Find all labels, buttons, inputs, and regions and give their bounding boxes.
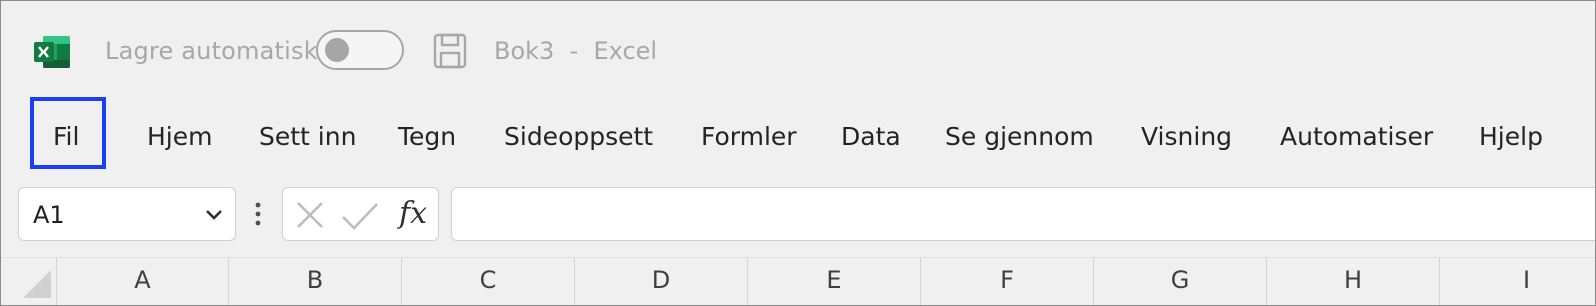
more-options-icon[interactable]: [251, 200, 265, 230]
document-title: Bok3 - Excel: [494, 37, 658, 65]
formula-buttons: fx: [282, 187, 439, 241]
tab-sett-inn[interactable]: Sett inn: [259, 122, 356, 151]
select-all-corner[interactable]: [19, 262, 53, 300]
autosave-label: Lagre automatisk: [105, 37, 318, 65]
column-header-d[interactable]: D: [575, 258, 748, 305]
formula-input[interactable]: [451, 187, 1595, 241]
tab-tegn[interactable]: Tegn: [398, 122, 456, 151]
excel-logo-icon: [34, 36, 70, 68]
column-header-e[interactable]: E: [748, 258, 921, 305]
column-header-b[interactable]: B: [229, 258, 402, 305]
column-header-h[interactable]: H: [1267, 258, 1440, 305]
insert-function-button[interactable]: fx: [399, 196, 427, 231]
autosave-toggle[interactable]: [316, 30, 404, 70]
excel-window: Lagre automatisk Bok3 - Excel Fil Hjem S…: [0, 0, 1596, 306]
column-header-i[interactable]: I: [1440, 258, 1595, 305]
column-header-f[interactable]: F: [921, 258, 1094, 305]
name-box-value: A1: [33, 201, 65, 229]
tab-hjem[interactable]: Hjem: [147, 122, 212, 151]
save-icon[interactable]: [433, 33, 467, 69]
ribbon-tabs: Fil Hjem Sett inn Tegn Sideoppsett Forml…: [1, 97, 1595, 169]
column-header-a[interactable]: A: [56, 258, 229, 305]
tab-data[interactable]: Data: [841, 122, 901, 151]
cancel-icon[interactable]: [295, 200, 325, 230]
column-header-g[interactable]: G: [1094, 258, 1267, 305]
tab-fil[interactable]: Fil: [53, 122, 79, 151]
column-headers: A B C D E F G H I: [1, 257, 1595, 305]
tab-hjelp[interactable]: Hjelp: [1479, 122, 1543, 151]
tab-visning[interactable]: Visning: [1141, 122, 1232, 151]
chevron-down-icon[interactable]: [205, 208, 223, 222]
tab-sideoppsett[interactable]: Sideoppsett: [504, 122, 653, 151]
enter-check-icon[interactable]: [341, 201, 379, 231]
tab-automatiser[interactable]: Automatiser: [1280, 122, 1433, 151]
tab-formler[interactable]: Formler: [701, 122, 797, 151]
name-box[interactable]: A1: [18, 187, 236, 241]
formula-bar: A1 fx: [1, 173, 1595, 255]
title-bar: Lagre automatisk Bok3 - Excel: [1, 1, 1595, 93]
tab-se-gjennom[interactable]: Se gjennom: [945, 122, 1094, 151]
toggle-knob: [325, 38, 349, 62]
column-header-c[interactable]: C: [402, 258, 575, 305]
